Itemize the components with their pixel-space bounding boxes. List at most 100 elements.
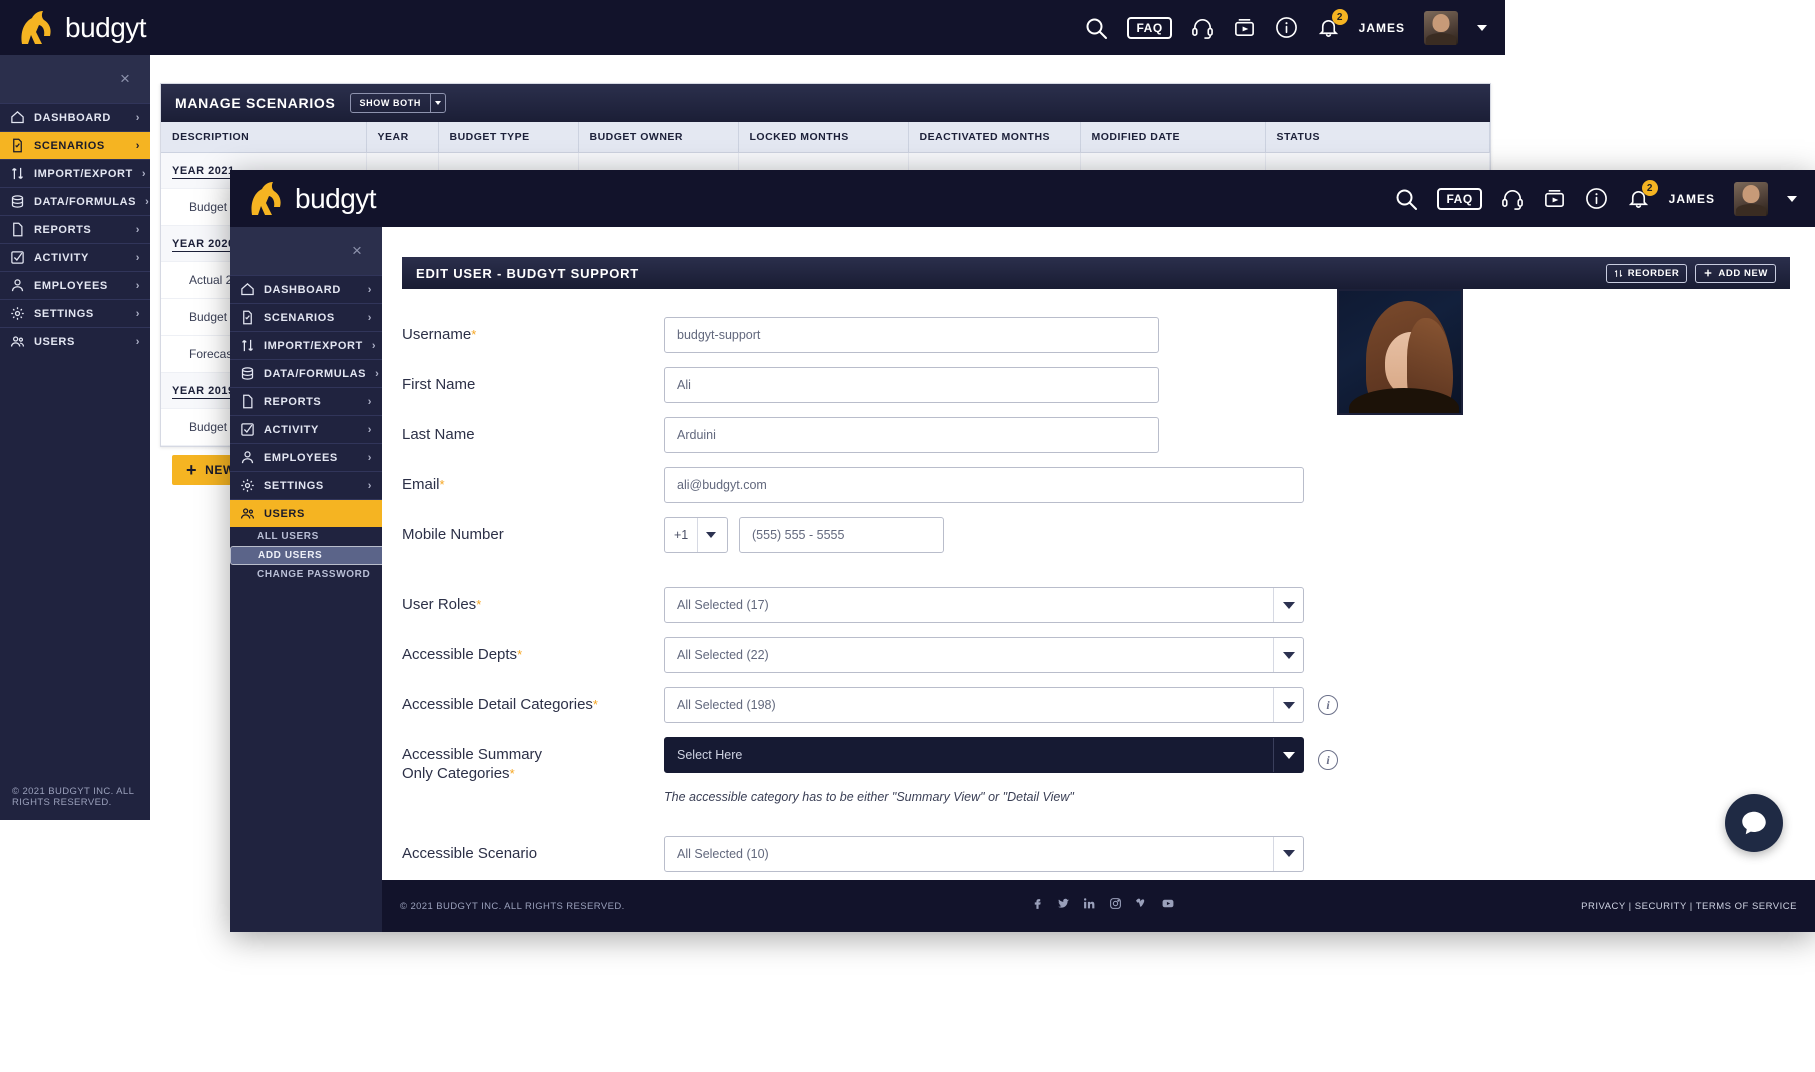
- column-header[interactable]: MODIFIED DATE: [1080, 122, 1266, 153]
- search-icon[interactable]: [1394, 187, 1418, 211]
- back-sidebar: × DASHBOARD › SCENARIOS › IMPORT/EXPORT …: [0, 55, 160, 820]
- sidebar-item-users[interactable]: USERS ›: [0, 327, 150, 355]
- summary-categories-select[interactable]: Select Here: [664, 737, 1304, 773]
- first-name-input[interactable]: Ali: [664, 367, 1159, 403]
- sidebar-item-label: SETTINGS: [34, 307, 94, 320]
- headset-icon[interactable]: [1191, 16, 1214, 39]
- sidebar-item-settings[interactable]: SETTINGS ›: [0, 299, 150, 327]
- info-icon[interactable]: [1275, 16, 1298, 39]
- sidebar-item-scenarios[interactable]: SCENARIOS ›: [230, 303, 382, 331]
- email-field[interactable]: ali@budgyt.com: [664, 467, 1304, 503]
- separator: |: [1628, 900, 1632, 912]
- user-photo[interactable]: [1337, 289, 1463, 415]
- column-header[interactable]: STATUS: [1265, 122, 1490, 153]
- chevron-down-icon[interactable]: [1787, 195, 1797, 202]
- sidebar-item-data-formulas[interactable]: DATA/FORMULAS ›: [0, 187, 150, 215]
- close-icon[interactable]: ×: [352, 242, 368, 259]
- summary-categories-helper-text: The accessible category has to be either…: [664, 789, 1074, 804]
- terms-link[interactable]: TERMS OF SERVICE: [1696, 901, 1797, 912]
- column-header[interactable]: BUDGET TYPE: [438, 122, 579, 153]
- required-marker: *: [471, 327, 477, 342]
- chevron-down-icon: [1273, 588, 1303, 622]
- reorder-button[interactable]: REORDER: [1605, 263, 1688, 283]
- sidebar-item-dashboard[interactable]: DASHBOARD ›: [0, 103, 150, 131]
- privacy-link[interactable]: PRIVACY: [1581, 901, 1625, 912]
- accessible-depts-select[interactable]: All Selected (22): [664, 637, 1304, 673]
- sidebar-item-reports[interactable]: REPORTS ›: [0, 215, 150, 243]
- video-icon[interactable]: [1233, 16, 1256, 39]
- sidebar-item-data-formulas[interactable]: DATA/FORMULAS ›: [230, 359, 382, 387]
- search-icon[interactable]: [1084, 16, 1108, 40]
- vimeo-icon[interactable]: [1135, 897, 1148, 915]
- brand-logo-group[interactable]: budgyt: [230, 181, 377, 217]
- notification-badge: 2: [1641, 180, 1658, 196]
- last-name-input[interactable]: Arduini: [664, 417, 1159, 453]
- sidebar-item-activity[interactable]: ACTIVITY ›: [230, 415, 382, 443]
- accessible-scenario-select[interactable]: All Selected (10): [664, 835, 1304, 872]
- chevron-down-icon: [429, 94, 445, 112]
- back-top-bar-icons: FAQ 2 JAMES: [1084, 9, 1505, 45]
- sidebar-item-import-export[interactable]: IMPORT/EXPORT ›: [230, 331, 382, 359]
- column-header[interactable]: BUDGET OWNER: [578, 122, 739, 153]
- show-both-label: SHOW BOTH: [359, 98, 421, 108]
- sidebar-item-dashboard[interactable]: DASHBOARD ›: [230, 275, 382, 303]
- checkbox-icon: [240, 422, 255, 437]
- facebook-icon[interactable]: [1031, 897, 1044, 915]
- country-code-select[interactable]: +1: [664, 517, 728, 553]
- brand-logo-group[interactable]: budgyt: [0, 10, 147, 46]
- info-icon[interactable]: i: [1318, 750, 1338, 771]
- security-link[interactable]: SECURITY: [1635, 901, 1687, 912]
- sidebar-item-import-export[interactable]: IMPORT/EXPORT ›: [0, 159, 150, 187]
- mobile-number-input[interactable]: (555) 555 - 5555: [739, 517, 944, 553]
- show-both-dropdown[interactable]: SHOW BOTH: [349, 93, 446, 113]
- chat-icon: [1742, 811, 1766, 835]
- gear-icon: [240, 478, 255, 493]
- page-title: EDIT USER - BUDGYT SUPPORT: [416, 265, 640, 281]
- chevron-right-icon: ›: [145, 195, 150, 208]
- back-copyright: © 2021 BUDGYT INC. ALL RIGHTS RESERVED.: [12, 786, 134, 808]
- avatar[interactable]: [1424, 10, 1458, 45]
- bell-icon[interactable]: 2: [1317, 9, 1348, 39]
- video-icon[interactable]: [1543, 187, 1566, 210]
- info-icon[interactable]: i: [1318, 695, 1338, 715]
- column-header[interactable]: YEAR: [366, 122, 439, 153]
- sidebar-item-users[interactable]: USERS: [230, 499, 392, 528]
- sidebar-item-employees[interactable]: EMPLOYEES ›: [230, 443, 382, 471]
- sidebar-item-settings[interactable]: SETTINGS ›: [230, 471, 382, 499]
- column-header[interactable]: DESCRIPTION: [161, 122, 367, 153]
- sidebar-item-reports[interactable]: REPORTS ›: [230, 387, 382, 415]
- submenu-item-change-password[interactable]: CHANGE PASSWORD: [230, 565, 382, 584]
- chat-widget-button[interactable]: [1725, 794, 1783, 852]
- instagram-icon[interactable]: [1109, 897, 1122, 915]
- close-icon[interactable]: ×: [120, 70, 136, 87]
- document-check-icon: [10, 138, 25, 153]
- chevron-down-icon[interactable]: [1477, 24, 1487, 31]
- twitter-icon[interactable]: [1057, 897, 1070, 915]
- linkedin-icon[interactable]: [1083, 897, 1096, 915]
- sidebar-item-scenarios[interactable]: SCENARIOS ›: [0, 131, 160, 160]
- front-top-bar-icons: FAQ 2 JAMES: [1394, 180, 1815, 216]
- headset-icon[interactable]: [1501, 187, 1524, 210]
- submenu-item-all-users[interactable]: ALL USERS: [230, 527, 382, 546]
- arrows-updown-icon: [240, 338, 255, 353]
- users-icon: [10, 334, 25, 349]
- sidebar-item-activity[interactable]: ACTIVITY ›: [0, 243, 150, 271]
- faq-button[interactable]: FAQ: [1127, 16, 1172, 39]
- field-first-name: First Name Ali: [402, 367, 1815, 403]
- chevron-right-icon: ›: [135, 335, 140, 348]
- page-icon: [240, 394, 255, 409]
- user-roles-select[interactable]: All Selected (17): [664, 587, 1304, 623]
- column-header[interactable]: LOCKED MONTHS: [738, 122, 909, 153]
- info-icon[interactable]: [1585, 187, 1608, 210]
- avatar[interactable]: [1734, 181, 1768, 216]
- faq-button[interactable]: FAQ: [1437, 187, 1482, 210]
- bell-icon[interactable]: 2: [1627, 180, 1658, 210]
- detail-categories-select[interactable]: All Selected (198): [664, 687, 1304, 723]
- add-new-button[interactable]: ADD NEW: [1695, 263, 1776, 283]
- country-code-value: +1: [674, 528, 689, 542]
- sidebar-item-employees[interactable]: EMPLOYEES ›: [0, 271, 150, 299]
- gear-icon: [10, 306, 25, 321]
- column-header[interactable]: DEACTIVATED MONTHS: [908, 122, 1081, 153]
- youtube-icon[interactable]: [1161, 897, 1175, 915]
- username-input[interactable]: budgyt-support: [664, 317, 1159, 353]
